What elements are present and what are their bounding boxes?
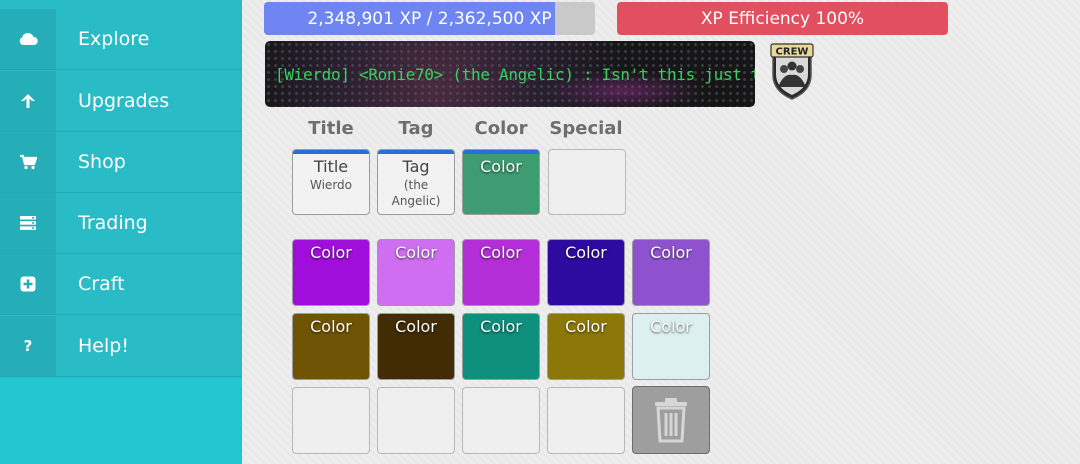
sidebar-item-help[interactable]: ? Help! (0, 316, 242, 377)
slot-label: Color (395, 317, 437, 336)
slot-label: Color (395, 243, 437, 262)
inventory-color-slot[interactable]: Color (547, 313, 625, 380)
inventory-color-slot[interactable]: Color (377, 313, 455, 380)
cart-icon (0, 132, 56, 192)
xp-progress-bar: 2,348,901 XP / 2,362,500 XP (264, 2, 595, 35)
header-tag: Tag (398, 118, 434, 139)
slot-label: Color (565, 243, 607, 262)
chat-preview-banner: [Wierdo] <Ronie70> (the Angelic) : Isn't… (265, 41, 755, 107)
server-icon (0, 193, 56, 253)
plus-square-icon (0, 254, 56, 314)
xp-progress-text: 2,348,901 XP / 2,362,500 XP (307, 8, 552, 29)
sidebar-item-explore[interactable]: Explore (0, 9, 242, 70)
chat-preview-text: [Wierdo] <Ronie70> (the Angelic) : Isn't… (275, 64, 755, 84)
inventory-color-slot[interactable]: Color (462, 239, 540, 306)
slot-label: Color (565, 317, 607, 336)
sidebar-item-label: Craft (78, 273, 125, 295)
equipped-special-slot[interactable] (548, 149, 626, 215)
equipped-title-slot[interactable]: Title Wierdo (292, 149, 370, 215)
sidebar: Explore Upgrades Shop Trading Craft ? He… (0, 0, 242, 464)
inventory-empty-slot[interactable] (292, 387, 370, 454)
slot-label: Color (650, 317, 692, 336)
slot-value: (the Angelic) (391, 178, 441, 208)
sidebar-item-label: Shop (78, 151, 126, 173)
equipped-color-slot[interactable]: Color (462, 149, 540, 215)
sidebar-footer (0, 378, 242, 464)
slot-label: Color (650, 243, 692, 262)
crew-badge-icon[interactable]: CREW (767, 41, 817, 101)
sidebar-item-craft[interactable]: Craft (0, 254, 242, 315)
inventory-empty-slot[interactable] (547, 387, 625, 454)
cloud-icon (0, 9, 56, 69)
slot-label: Color (480, 157, 522, 176)
inventory-color-slot[interactable]: Color (292, 313, 370, 380)
slot-label: Color (310, 317, 352, 336)
header-color: Color (474, 118, 528, 139)
trash-button[interactable] (632, 386, 710, 454)
sidebar-item-upgrades[interactable]: Upgrades (0, 71, 242, 132)
inventory-color-slot[interactable]: Color (632, 313, 710, 380)
trash-icon (655, 398, 687, 443)
inventory-empty-slot[interactable] (462, 387, 540, 454)
sidebar-item-shop[interactable]: Shop (0, 132, 242, 193)
sidebar-item-label: Help! (78, 335, 129, 357)
inventory-color-slot[interactable]: Color (462, 313, 540, 380)
xp-efficiency-badge: XP Efficiency 100% (617, 2, 948, 35)
slot-label: Color (310, 243, 352, 262)
sidebar-item-label: Upgrades (78, 90, 170, 112)
equipped-tag-slot[interactable]: Tag (the Angelic) (377, 149, 455, 215)
slot-label: Color (480, 317, 522, 336)
inventory-empty-slot[interactable] (377, 387, 455, 454)
inventory-color-slot[interactable]: Color (547, 239, 625, 306)
sidebar-item-label: Explore (78, 28, 150, 50)
inventory-color-slot[interactable]: Color (632, 239, 710, 306)
sidebar-item-label: Trading (78, 212, 148, 234)
inventory-color-slot[interactable]: Color (292, 239, 370, 306)
slot-value: Wierdo (310, 178, 352, 192)
question-icon: ? (0, 316, 56, 376)
crew-badge-text: CREW (776, 47, 809, 58)
arrow-up-icon (0, 71, 56, 131)
slot-label: Title (313, 157, 349, 176)
header-title: Title (308, 118, 354, 139)
slot-label: Color (480, 243, 522, 262)
sidebar-item-trading[interactable]: Trading (0, 193, 242, 254)
inventory-color-slot[interactable]: Color (377, 239, 455, 306)
slot-label: Tag (402, 157, 430, 176)
header-special: Special (549, 118, 623, 139)
